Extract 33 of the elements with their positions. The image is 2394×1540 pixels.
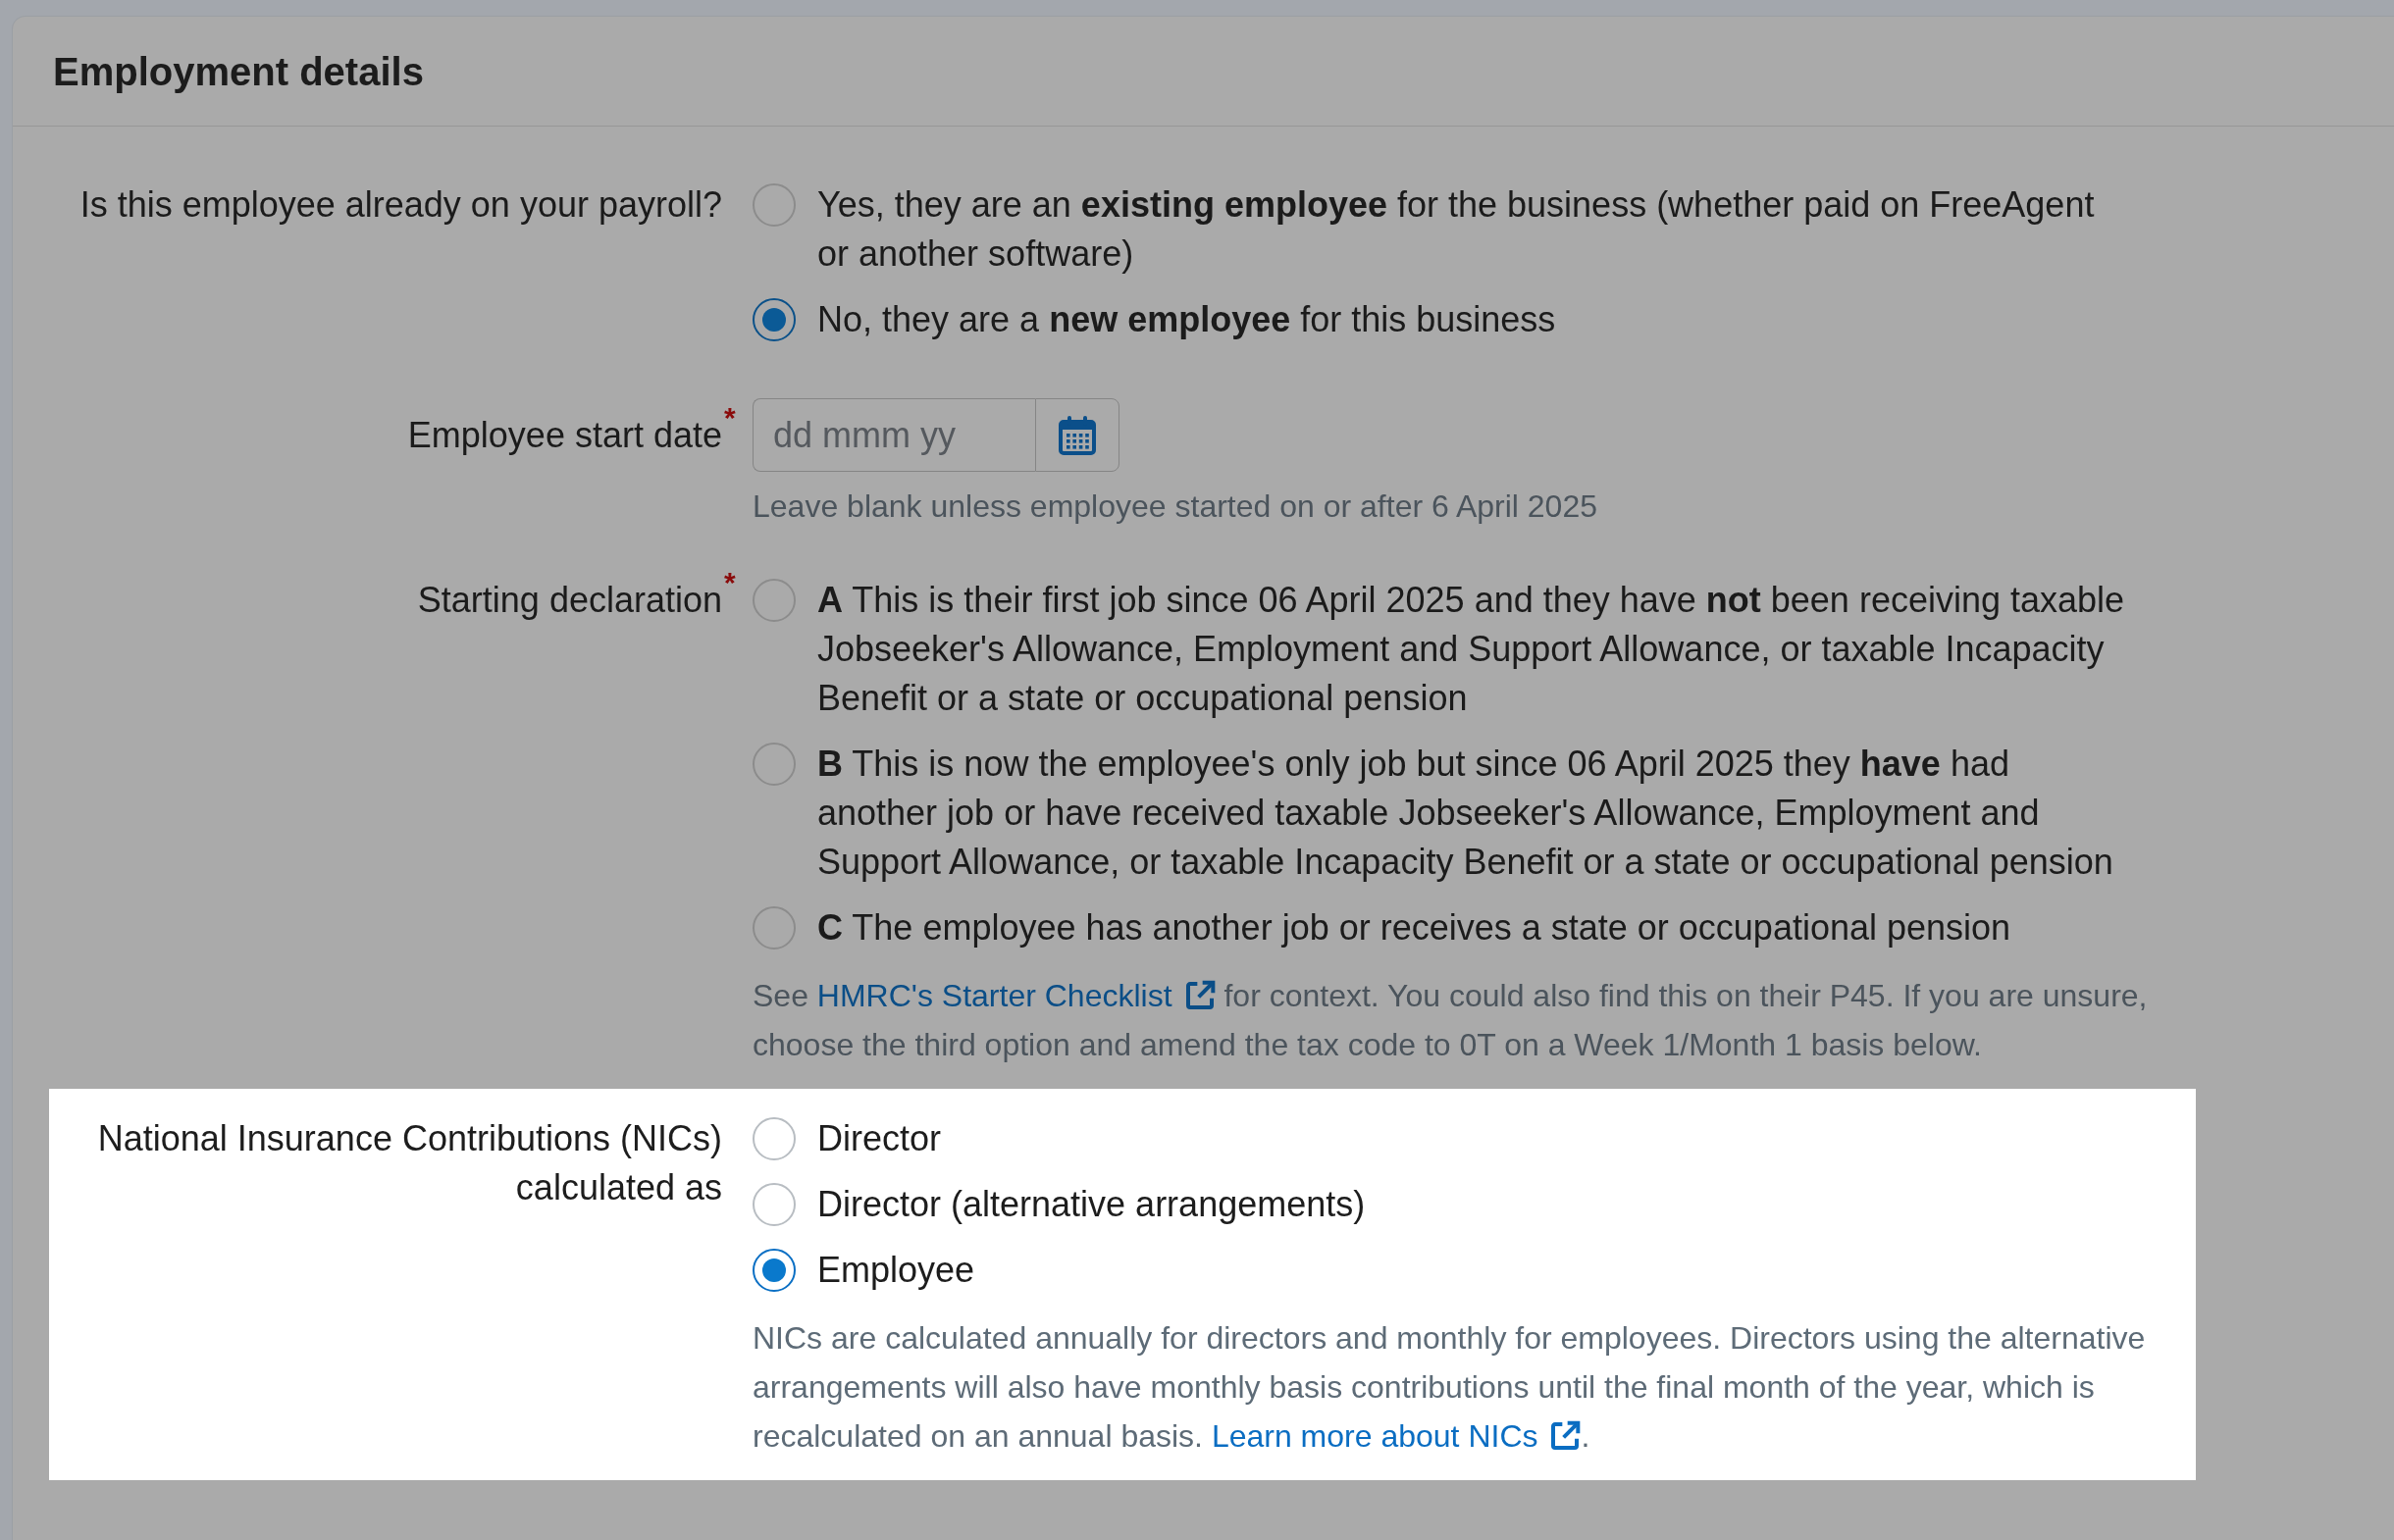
option-label: Yes, they are an existing employee for the business (whether paid on FreeAgent or another software): [817, 183, 2096, 276]
calendar-button[interactable]: [1035, 398, 1119, 472]
date-input-field[interactable]: dd mmm yy: [753, 398, 1035, 472]
external-link-icon: [1183, 980, 1216, 1011]
option-label: Director (alternative arrangements): [817, 1183, 1366, 1226]
option-label: C The employee has another job or receives a state or occupational pension: [817, 906, 2011, 950]
option-label: No, they are a new employee for this business: [817, 298, 1556, 341]
option-label: A This is their first job since 06 April 2025 and they have not been receiving taxable Jobseeker's Allowance, Employment and Support Allowance, or taxable Incapacity Benefit or a state or occupational pension: [817, 579, 2126, 720]
calendar-icon: [1059, 415, 1096, 455]
radio-button[interactable]: [753, 579, 796, 622]
radio-button[interactable]: [753, 1117, 796, 1160]
radio-button[interactable]: [753, 1249, 796, 1292]
field-label: Employee start date: [407, 413, 722, 457]
section-title: Employment details: [53, 48, 424, 95]
help-link[interactable]: HMRC's Starter Checklist: [816, 978, 1216, 1013]
field-hint: See HMRC's Starter Checklist for context. You could also find this on their P45. If you are unsure, choose the third option and amend the tax code to 0T on a Week 1/Month 1 basis below.: [753, 977, 2149, 1064]
external-link-icon: [1549, 1420, 1582, 1452]
field-label: Is this employee already on your payroll?: [79, 183, 722, 227]
option-label: Director: [817, 1117, 942, 1160]
required-mark: *: [724, 568, 736, 597]
required-mark: *: [724, 402, 736, 433]
field-label: National Insurance Contributions (NICs) calculated as: [96, 1117, 722, 1209]
field-label: Starting declaration: [417, 579, 722, 622]
help-link[interactable]: Learn more about NICs: [1211, 1418, 1582, 1454]
radio-button[interactable]: [753, 183, 796, 227]
radio-button[interactable]: [753, 906, 796, 950]
radio-button[interactable]: [753, 1183, 796, 1226]
option-label: B This is now the employee's only job but since 06 April 2025 they have had another job or have received taxable Jobseeker's Allowance, Employment and Support Allowance, or taxable Incapacity Benefit or a state or occupational pension: [817, 743, 2114, 884]
radio-button[interactable]: [753, 743, 796, 786]
radio-button[interactable]: [753, 298, 796, 341]
field-hint: NICs are calculated annually for directors and monthly for employees. Directors using the alternative arrangements will also have monthly basis contributions until the final month of the year, which is recalculated on an annual basis. Learn more about NICs .: [753, 1319, 2147, 1456]
option-label: Employee: [817, 1249, 975, 1292]
field-hint: Leave blank unless employee started on or after 6 April 2025: [753, 488, 1598, 526]
